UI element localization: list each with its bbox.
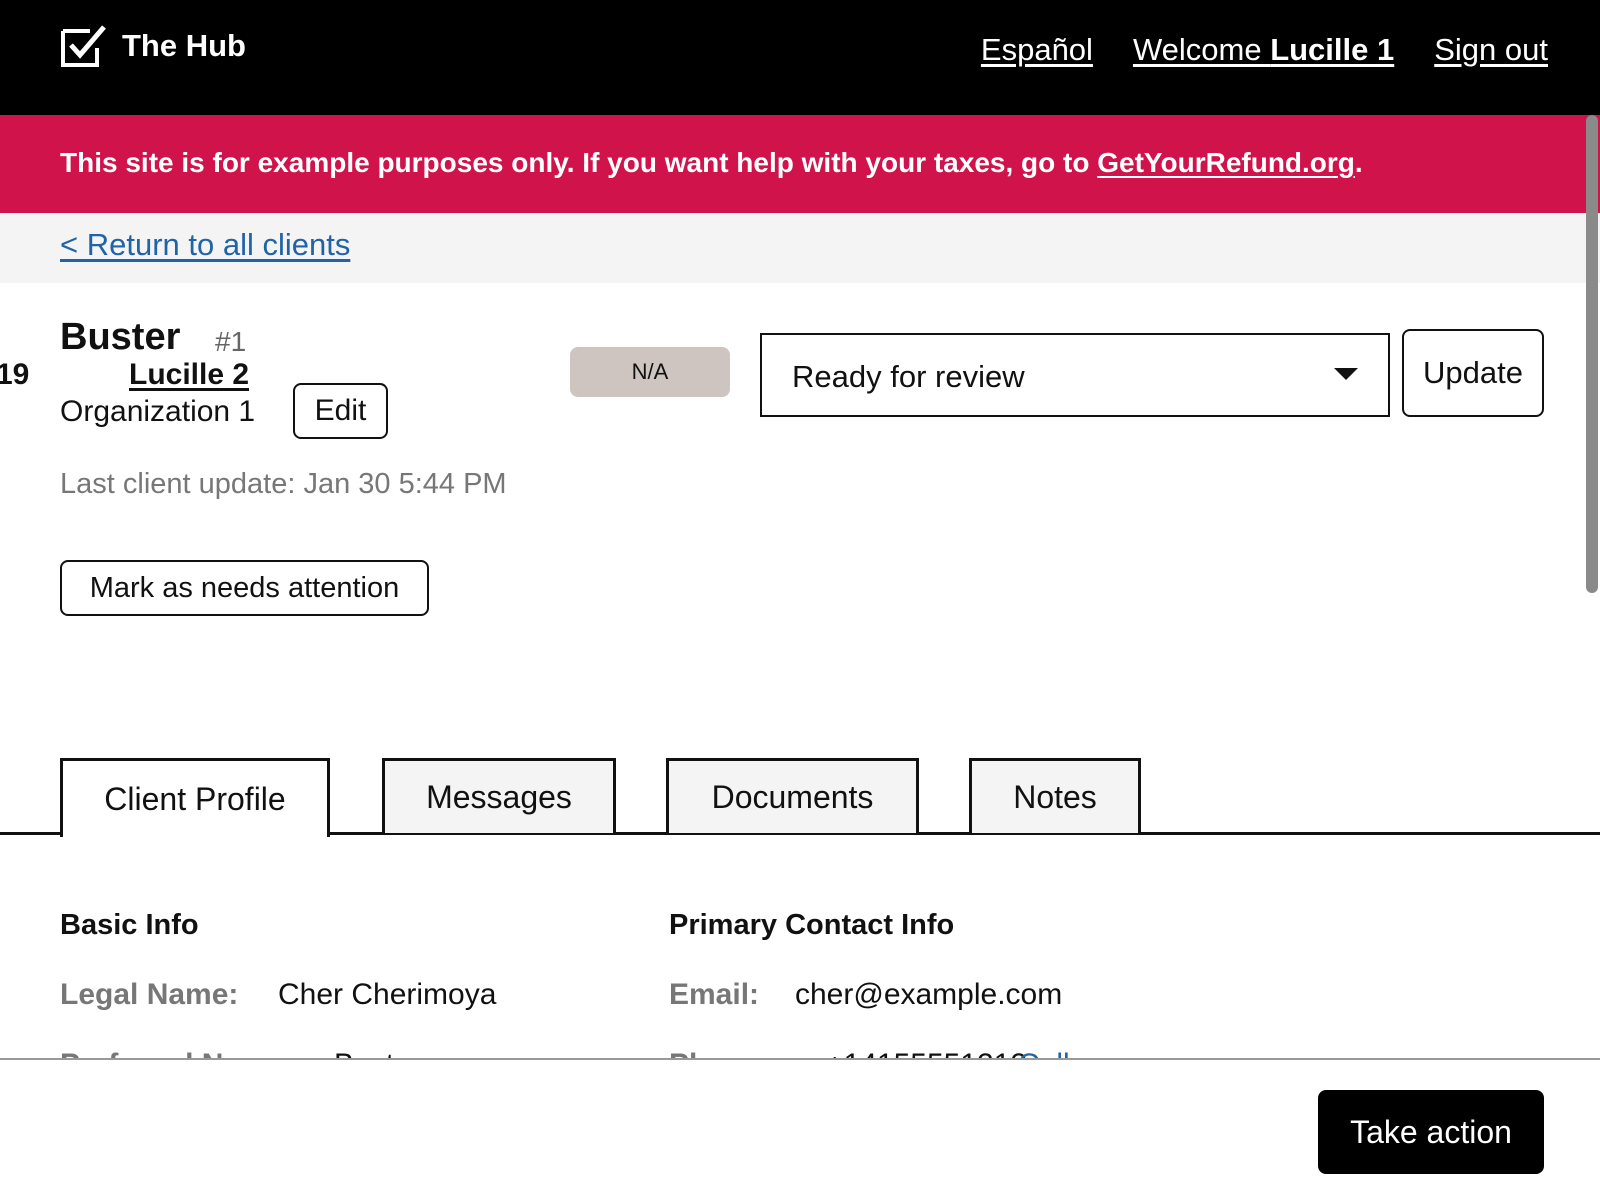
tab-notes[interactable]: Notes [969, 758, 1141, 833]
brand-title: The Hub [122, 28, 246, 63]
partial-edge-text: 19 [0, 358, 30, 391]
tab-client-profile[interactable]: Client Profile [60, 758, 330, 837]
welcome-username: Lucille 1 [1270, 32, 1395, 67]
banner-text: This site is for example purposes only. … [60, 147, 1363, 179]
welcome-prefix: Welcome [1132, 32, 1271, 67]
legal-name-value: Cher Cherimoya [278, 978, 497, 1011]
getyourrefund-link[interactable]: GetYourRefund.org [1097, 147, 1355, 178]
email-label: Email: [669, 978, 760, 1011]
basic-info-heading: Basic Info [60, 909, 199, 941]
checkbox-logo-icon [61, 25, 106, 67]
banner-message: This site is for example purposes only. … [60, 147, 1098, 178]
sticky-action-bar: Take action [0, 1058, 1600, 1202]
phone-value: +14155551212 [826, 1048, 1027, 1058]
mark-needs-attention-button[interactable]: Mark as needs attention [60, 560, 429, 616]
chevron-down-icon [1334, 368, 1358, 380]
clipped-info-row: Preferred Name: Buster Phone: +141555512… [0, 1040, 1600, 1058]
banner-suffix: . [1354, 147, 1363, 178]
last-client-update: Last client update: Jan 30 5:44 PM [60, 468, 507, 500]
welcome-user-link[interactable]: Welcome Lucille 1 [1133, 32, 1394, 68]
take-action-button[interactable]: Take action [1318, 1090, 1544, 1174]
phone-label: Phone: [669, 1048, 771, 1058]
brand[interactable]: The Hub [60, 24, 246, 68]
return-to-clients-link[interactable]: < Return to all clients [60, 227, 350, 263]
tab-messages[interactable]: Messages [382, 758, 616, 833]
client-id: #1 [215, 326, 247, 357]
call-link[interactable]: Call [1018, 1048, 1070, 1058]
header-nav: Español Welcome Lucille 1 Sign out [981, 32, 1548, 68]
email-value: cher@example.com [795, 978, 1063, 1011]
sign-out-link[interactable]: Sign out [1434, 32, 1548, 68]
status-selected-value: Ready for review [792, 359, 1025, 394]
preferred-name-label: Preferred Name: [60, 1048, 293, 1058]
edit-button[interactable]: Edit [293, 383, 388, 439]
tab-documents[interactable]: Documents [666, 758, 919, 833]
update-button[interactable]: Update [1402, 329, 1544, 417]
status-badge: N/A [570, 347, 730, 397]
assignee-link[interactable]: Lucille 2 [129, 358, 249, 392]
status-dropdown[interactable]: Ready for review [760, 333, 1390, 417]
demo-banner: This site is for example purposes only. … [0, 115, 1600, 213]
client-name: Buster [60, 316, 181, 358]
scrollbar[interactable] [1586, 115, 1598, 593]
language-link[interactable]: Español [981, 32, 1093, 68]
back-strip: < Return to all clients [0, 213, 1600, 283]
preferred-name-value: Buster [334, 1048, 421, 1058]
top-navigation-bar: The Hub Español Welcome Lucille 1 Sign o… [0, 0, 1600, 115]
legal-name-label: Legal Name: [60, 978, 239, 1011]
primary-contact-heading: Primary Contact Info [669, 909, 955, 941]
organization-name: Organization 1 [60, 395, 256, 428]
